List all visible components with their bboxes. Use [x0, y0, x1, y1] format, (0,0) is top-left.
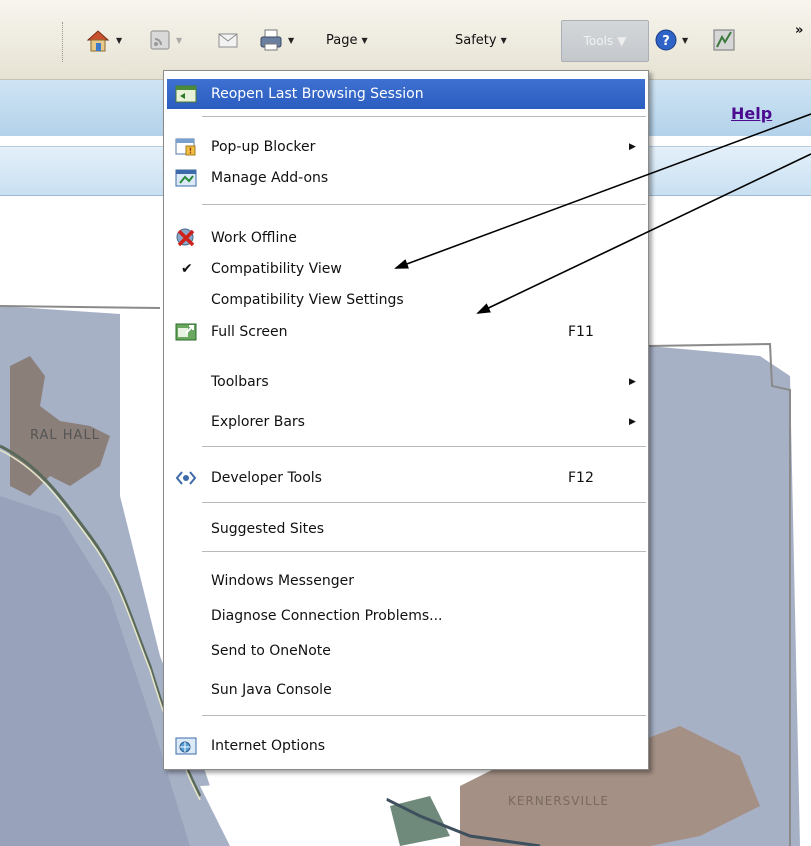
- command-bar: ▼ ▼ ▼ Page ▼ Safety ▼ Tools ▼ ? ▼ »: [0, 0, 811, 80]
- manage-addons-icon: [175, 169, 197, 187]
- menu-item-developer-tools[interactable]: Developer Tools F12: [167, 463, 645, 493]
- safety-menu-label: Safety: [455, 32, 497, 48]
- submenu-arrow-icon: ▶: [629, 377, 636, 387]
- feeds-dropdown-arrow[interactable]: ▼: [176, 36, 182, 45]
- menu-item-popup-blocker[interactable]: ! Pop-up Blocker ▶: [167, 132, 645, 162]
- menu-item-shortcut: F12: [568, 470, 594, 486]
- tools-menu-button[interactable]: Tools ▼: [561, 20, 649, 62]
- full-screen-icon: [175, 323, 197, 341]
- menu-item-label: Pop-up Blocker: [211, 139, 316, 155]
- menu-separator: [202, 204, 646, 205]
- menu-item-diagnose-connection-problems[interactable]: Diagnose Connection Problems...: [167, 601, 645, 631]
- print-dropdown-arrow[interactable]: ▼: [288, 36, 294, 45]
- menu-item-reopen-last-browsing-session[interactable]: Reopen Last Browsing Session: [167, 79, 645, 109]
- menu-item-label: Suggested Sites: [211, 521, 325, 537]
- menu-separator: [202, 116, 646, 117]
- help-link[interactable]: Help: [731, 104, 772, 123]
- menu-item-label: Reopen Last Browsing Session: [211, 86, 424, 102]
- menu-item-label: Compatibility View Settings: [211, 292, 404, 308]
- menu-item-windows-messenger[interactable]: Windows Messenger: [167, 566, 645, 596]
- read-mail-button[interactable]: [216, 26, 240, 54]
- print-button[interactable]: ▼: [258, 26, 294, 54]
- home-button[interactable]: ▼: [84, 26, 122, 54]
- menu-item-explorer-bars[interactable]: Explorer Bars ▶: [167, 407, 645, 437]
- research-button[interactable]: [711, 26, 737, 54]
- menu-item-compatibility-view-settings[interactable]: Compatibility View Settings: [167, 285, 645, 315]
- menu-item-internet-options[interactable]: Internet Options: [167, 731, 645, 761]
- menu-item-label: Windows Messenger: [211, 573, 354, 589]
- menu-item-compatibility-view[interactable]: ✔ Compatibility View: [167, 254, 645, 284]
- svg-text:!: !: [189, 147, 193, 156]
- home-dropdown-arrow[interactable]: ▼: [116, 36, 122, 45]
- menu-item-full-screen[interactable]: Full Screen F11: [167, 317, 645, 347]
- menu-item-label: Sun Java Console: [211, 682, 332, 698]
- overflow-chevron-icon: »: [795, 22, 804, 38]
- help-dropdown-arrow[interactable]: ▼: [682, 36, 688, 45]
- internet-options-icon: [175, 737, 197, 755]
- menu-item-label: Work Offline: [211, 230, 297, 246]
- map-place-label: RAL HALL: [30, 428, 100, 443]
- help-button[interactable]: ? ▼: [654, 26, 688, 54]
- popup-blocker-icon: !: [175, 138, 196, 156]
- toolbar-grip[interactable]: [62, 22, 64, 62]
- menu-item-label: Diagnose Connection Problems...: [211, 608, 443, 624]
- checkmark-icon: ✔: [181, 261, 193, 277]
- menu-separator: [202, 502, 646, 503]
- menu-item-work-offline[interactable]: Work Offline: [167, 223, 645, 253]
- menu-item-label: Full Screen: [211, 324, 288, 340]
- svg-text:?: ?: [662, 34, 670, 49]
- reopen-session-icon: [175, 85, 197, 103]
- tools-menu-label: Tools: [583, 34, 614, 48]
- help-icon: ?: [655, 29, 677, 51]
- menu-item-toolbars[interactable]: Toolbars ▶: [167, 367, 645, 397]
- menu-item-label: Send to OneNote: [211, 643, 331, 659]
- menu-separator: [202, 446, 646, 447]
- menu-item-send-to-onenote[interactable]: Send to OneNote: [167, 636, 645, 666]
- mail-icon: [218, 33, 238, 48]
- research-icon: [713, 29, 735, 51]
- printer-icon: [260, 29, 282, 51]
- page-menu-label: Page: [326, 32, 358, 48]
- work-offline-icon: [176, 228, 195, 247]
- submenu-arrow-icon: ▶: [629, 142, 636, 152]
- submenu-arrow-icon: ▶: [629, 417, 636, 427]
- menu-item-suggested-sites[interactable]: Suggested Sites: [167, 514, 645, 544]
- map-place-label: KERNERSVILLE: [508, 794, 610, 808]
- safety-dropdown-arrow: ▼: [500, 35, 507, 45]
- tools-dropdown-arrow: ▼: [617, 34, 627, 48]
- menu-item-label: Internet Options: [211, 738, 326, 754]
- menu-item-shortcut: F11: [568, 324, 594, 340]
- feeds-button[interactable]: ▼: [148, 26, 182, 54]
- menu-item-manage-addons[interactable]: Manage Add-ons: [167, 163, 645, 193]
- toolbar-overflow-button[interactable]: »: [795, 16, 803, 44]
- feeds-icon: [150, 30, 170, 50]
- menu-item-label: Compatibility View: [211, 261, 342, 277]
- developer-tools-icon: [175, 471, 197, 485]
- menu-item-label: Explorer Bars: [211, 414, 305, 430]
- menu-item-label: Manage Add-ons: [211, 170, 329, 186]
- menu-item-label: Developer Tools: [211, 470, 322, 486]
- page-menu-button[interactable]: Page ▼: [326, 26, 368, 54]
- menu-separator: [202, 715, 646, 716]
- menu-item-sun-java-console[interactable]: Sun Java Console: [167, 675, 645, 705]
- safety-menu-button[interactable]: Safety ▼: [455, 26, 507, 54]
- page-dropdown-arrow: ▼: [361, 35, 368, 45]
- tools-menu: Reopen Last Browsing Session ! Pop-up Bl…: [163, 70, 649, 770]
- menu-item-label: Toolbars: [211, 374, 269, 390]
- home-icon: [86, 30, 110, 52]
- menu-separator: [202, 551, 646, 552]
